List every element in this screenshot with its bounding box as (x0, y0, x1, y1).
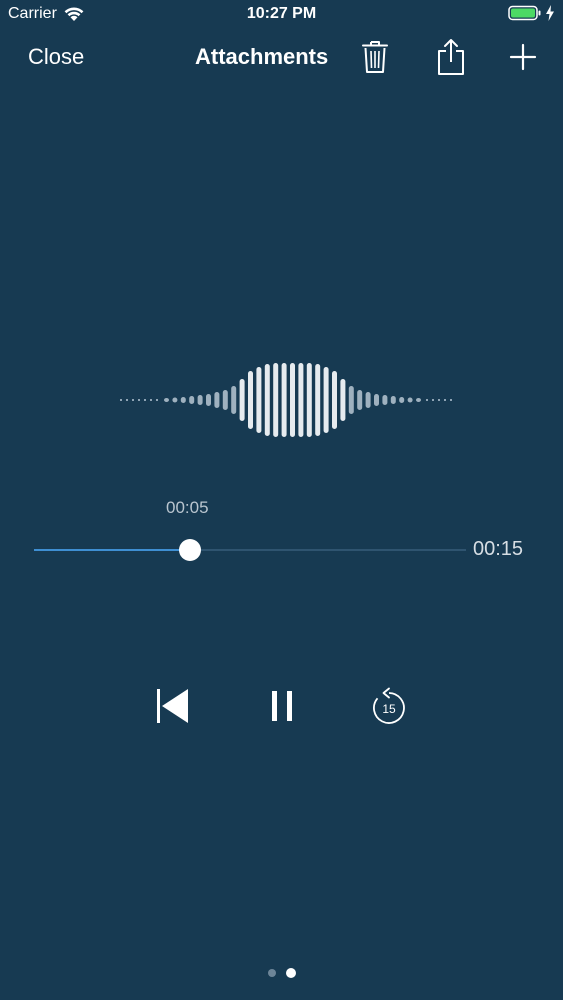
waveform-dot (150, 399, 152, 401)
current-time-label: 00:05 (166, 498, 209, 517)
waveform-bar (164, 398, 169, 402)
waveform-bar (416, 398, 421, 402)
waveform-bar (340, 379, 346, 421)
skip-back-15-icon: 15 (373, 687, 405, 724)
waveform-bar (231, 386, 237, 414)
waveform-bar (172, 397, 178, 403)
waveform-bar (399, 397, 405, 403)
waveform-bar (407, 397, 413, 403)
waveform-dot (144, 399, 146, 401)
waveform-bar (315, 364, 321, 436)
waveform-dot (132, 399, 134, 401)
pause-icon (272, 691, 292, 721)
navigation-bar: Close Attachments (0, 30, 563, 86)
waveform-bar (332, 371, 337, 429)
share-button[interactable] (431, 36, 471, 78)
skip-back-15-button[interactable]: 15 (366, 684, 412, 730)
waveform-dot (120, 399, 122, 401)
duration-label: 00:15 (473, 538, 524, 560)
waveform-bar (306, 363, 312, 437)
delete-button[interactable] (355, 36, 395, 78)
plus-icon (509, 43, 537, 71)
waveform-dot (450, 399, 452, 401)
waveform-bar (197, 395, 203, 405)
waveform-bar (374, 394, 379, 406)
skip-back-15-label: 15 (382, 702, 396, 716)
waveform-bar (365, 392, 371, 408)
waveform-bar (273, 363, 279, 437)
page-dot-2[interactable] (285, 968, 296, 978)
waveform-dot (432, 399, 434, 401)
waveform-bar (222, 390, 228, 410)
page-dot-1[interactable] (267, 969, 276, 977)
waveform-bar (180, 397, 186, 403)
rewind-to-start-button[interactable] (150, 684, 194, 728)
waveform-bar (256, 367, 262, 433)
waveform-bar (348, 386, 354, 414)
progress-track[interactable] (34, 549, 466, 551)
waveform-bar (239, 379, 245, 421)
audio-waveform (120, 363, 452, 437)
share-icon (438, 39, 464, 75)
close-button[interactable]: Close (28, 44, 84, 70)
page-title: Attachments (195, 44, 329, 69)
waveform-dot (444, 399, 446, 401)
waveform-dot (156, 399, 158, 401)
status-time: 10:27 PM (246, 5, 317, 22)
waveform-dot (126, 399, 128, 401)
status-bar: Carrier 10:27 PM (0, 0, 563, 30)
battery-icon (508, 5, 541, 21)
waveform-dot (426, 399, 428, 401)
add-button[interactable] (503, 36, 543, 78)
waveform-bar (290, 363, 295, 437)
page-indicator (0, 968, 563, 978)
waveform-bar (357, 390, 363, 410)
waveform-bar (206, 394, 211, 406)
waveform-bar (390, 396, 396, 404)
progress-fill (34, 549, 190, 551)
trash-icon (362, 41, 388, 73)
waveform-bar (189, 396, 195, 404)
progress-scrubber-handle[interactable] (178, 539, 201, 561)
waveform-bar (298, 363, 304, 437)
charging-bolt-icon (546, 5, 554, 21)
waveform-dot (138, 399, 140, 401)
battery-group (508, 5, 555, 21)
waveform-bar (382, 395, 388, 405)
waveform-bar (281, 363, 287, 437)
pause-button[interactable] (262, 684, 302, 728)
waveform-bar (264, 364, 270, 436)
waveform-bar (248, 371, 253, 429)
rewind-to-start-icon (157, 689, 188, 723)
waveform-bar (323, 367, 329, 433)
waveform-bar (214, 392, 220, 408)
waveform-dot (438, 399, 440, 401)
